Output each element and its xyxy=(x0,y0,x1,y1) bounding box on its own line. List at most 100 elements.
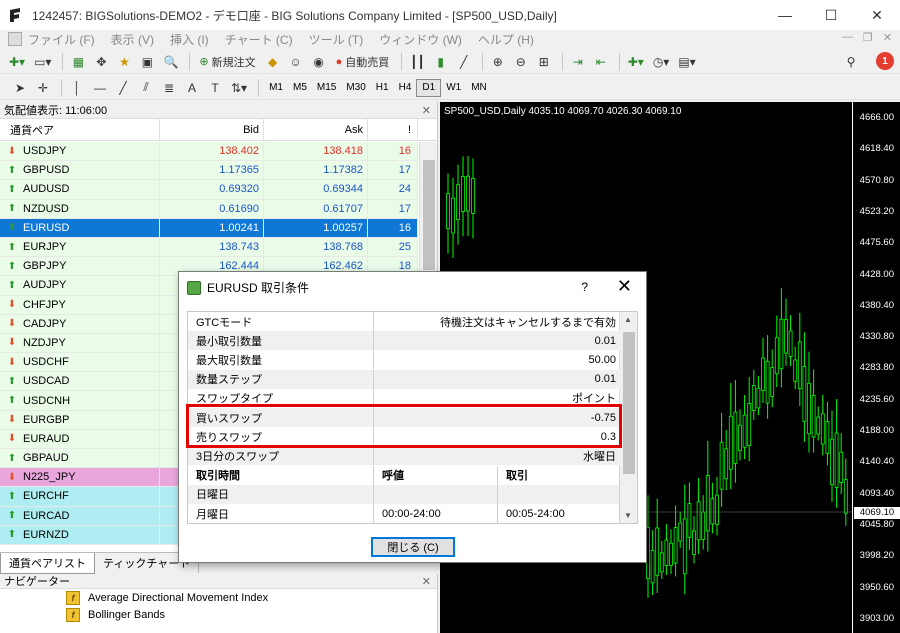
candle-body xyxy=(756,387,761,409)
crosshair-icon[interactable]: ✥ xyxy=(91,52,111,72)
minimize-button[interactable]: — xyxy=(762,0,808,30)
profiles-icon[interactable]: ▭▾ xyxy=(31,52,54,72)
tab-symbols[interactable]: 通貨ペアリスト xyxy=(0,553,95,574)
bar-chart-icon[interactable]: ┃┃ xyxy=(407,52,427,72)
title-bar: 1242457: BIGSolutions-DEMO2 - デモ口座 - BIG… xyxy=(0,0,900,30)
indicators-icon[interactable]: ✚▾ xyxy=(625,52,647,72)
mdi-minimize-button[interactable]: — xyxy=(842,31,853,44)
search-icon[interactable]: ⚲ xyxy=(841,52,861,72)
candle-body xyxy=(466,175,470,212)
candlestick-icon[interactable]: ▮ xyxy=(431,52,451,72)
tile-windows-icon[interactable]: ⊞ xyxy=(534,52,554,72)
price-tick-label: 4140.40 xyxy=(859,456,894,468)
close-icon[interactable]: ✕ xyxy=(422,104,431,117)
zoom-in-icon[interactable]: ⊕ xyxy=(488,52,508,72)
scroll-up-icon[interactable]: ▲ xyxy=(624,315,632,324)
fibonacci-icon[interactable]: ≣ xyxy=(159,78,179,98)
ask-cell: 0.69344 xyxy=(264,180,368,199)
line-chart-icon[interactable]: ╱ xyxy=(454,52,474,72)
price-tick-label: 4428.00 xyxy=(859,268,894,280)
new-order-button[interactable]: ⊕ 新規注文 xyxy=(195,52,259,72)
timeframe-m30[interactable]: M30 xyxy=(341,79,370,97)
help-button[interactable]: ? xyxy=(581,280,588,294)
arrows-icon[interactable]: ⇅▾ xyxy=(228,78,250,98)
dialog-scrollbar[interactable]: ▲ ▼ xyxy=(619,312,637,523)
timeframe-h4[interactable]: H4 xyxy=(394,79,417,97)
channel-icon[interactable]: ⫽ xyxy=(136,78,156,98)
market-watch-icon[interactable]: ▦ xyxy=(68,52,88,72)
document-icon[interactable] xyxy=(8,32,22,46)
periods-icon[interactable]: ◷▾ xyxy=(650,52,673,72)
candle-body xyxy=(733,411,738,464)
text-label-icon[interactable]: T xyxy=(205,78,225,98)
spread-cell: 16 xyxy=(368,218,418,237)
horizontal-line-icon[interactable]: ― xyxy=(90,78,110,98)
menu-window[interactable]: ウィンドウ (W) xyxy=(379,31,462,48)
zoom-out-icon[interactable]: ⊖ xyxy=(511,52,531,72)
column-spread[interactable]: ! xyxy=(368,119,418,140)
candle-body xyxy=(728,415,733,470)
menu-help[interactable]: ヘルプ (H) xyxy=(478,31,534,48)
navigator-panel: ナビゲーター ✕ f Average Directional Movement … xyxy=(0,574,438,633)
timeframe-h1[interactable]: H1 xyxy=(371,79,394,97)
timeframe-m1[interactable]: M1 xyxy=(264,79,288,97)
column-bid[interactable]: Bid xyxy=(160,119,264,140)
maximize-button[interactable]: ☐ xyxy=(808,0,854,30)
tester-icon[interactable]: 🔍 xyxy=(160,52,181,72)
menu-chart[interactable]: チャート (C) xyxy=(225,31,293,48)
crosshair-tool-icon[interactable]: ✛ xyxy=(33,78,53,98)
new-chart-icon[interactable]: ✚▾ xyxy=(6,52,28,72)
auto-trade-button[interactable]: ● 自動売買 xyxy=(332,52,394,72)
close-icon[interactable]: ✕ xyxy=(422,575,431,588)
chart-shift-icon[interactable]: ⇤ xyxy=(591,52,611,72)
dialog-close-button[interactable]: ✕ xyxy=(617,276,632,297)
cursor-icon[interactable]: ➤ xyxy=(10,78,30,98)
timeframe-mn[interactable]: MN xyxy=(466,79,492,97)
close-window-button[interactable]: ✕ xyxy=(854,0,900,30)
column-symbol[interactable]: 通貨ペア xyxy=(0,119,160,140)
community-icon[interactable]: ☺ xyxy=(286,52,306,72)
trend-line-icon[interactable]: ╱ xyxy=(113,78,133,98)
table-row[interactable]: ⬆ NZDUSD 0.61690 0.61707 17 xyxy=(0,199,418,219)
timeframe-d1[interactable]: D1 xyxy=(416,78,442,97)
candle-body xyxy=(820,413,825,445)
text-icon[interactable]: A xyxy=(182,78,202,98)
menu-file[interactable]: ファイル (F) xyxy=(28,31,95,48)
menu-tools[interactable]: ツール (T) xyxy=(309,31,364,48)
candle-body xyxy=(770,367,775,397)
terminal-icon[interactable]: ▣ xyxy=(137,52,157,72)
navigator-icon[interactable]: ★ xyxy=(114,52,134,72)
notification-badge[interactable]: 1 xyxy=(876,52,894,70)
close-dialog-button[interactable]: 閉じる (C) xyxy=(371,537,455,557)
timeframe-m5[interactable]: M5 xyxy=(288,79,312,97)
mdi-close-button[interactable]: ✕ xyxy=(883,31,892,44)
signals-icon[interactable]: ◉ xyxy=(309,52,329,72)
navigator-item[interactable]: f Average Directional Movement Index xyxy=(0,589,437,606)
timeframe-w1[interactable]: W1 xyxy=(441,79,466,97)
metaeditor-icon[interactable]: ◆ xyxy=(263,52,283,72)
candle-body xyxy=(765,360,770,404)
table-row[interactable]: ⬆ AUDUSD 0.69320 0.69344 24 xyxy=(0,180,418,200)
ask-cell: 0.61707 xyxy=(264,199,368,218)
table-row[interactable]: ⬆ EURJPY 138.743 138.768 25 xyxy=(0,237,418,258)
column-ask[interactable]: Ask xyxy=(264,119,368,140)
vertical-line-icon[interactable]: │ xyxy=(67,78,87,98)
arrow-up-icon: ⬆ xyxy=(7,241,17,253)
condition-row: 最小取引数量 0.01 xyxy=(188,331,620,351)
mdi-restore-button[interactable]: ❐ xyxy=(863,31,873,44)
menu-insert[interactable]: 挿入 (I) xyxy=(170,31,209,48)
session-day: 月曜日 xyxy=(188,504,374,523)
navigator-item[interactable]: f Bollinger Bands xyxy=(0,606,437,623)
table-row[interactable]: ⬆ GBPUSD 1.17365 1.17382 17 xyxy=(0,161,418,181)
timeframe-m15[interactable]: M15 xyxy=(312,79,341,97)
menu-view[interactable]: 表示 (V) xyxy=(111,31,154,48)
templates-icon[interactable]: ▤▾ xyxy=(675,52,698,72)
arrow-up-icon: ⬆ xyxy=(7,279,17,291)
table-row[interactable]: ⬆ EURUSD 1.00241 1.00257 16 xyxy=(0,218,418,238)
scroll-down-icon[interactable]: ▼ xyxy=(624,511,632,520)
arrow-up-icon: ⬆ xyxy=(7,510,17,522)
table-row[interactable]: ⬇ USDJPY 138.402 138.418 16 xyxy=(0,142,418,162)
autoscroll-icon[interactable]: ⇥ xyxy=(568,52,588,72)
market-watch-columns: 通貨ペア Bid Ask ! xyxy=(0,119,437,141)
candle-body xyxy=(779,318,784,370)
